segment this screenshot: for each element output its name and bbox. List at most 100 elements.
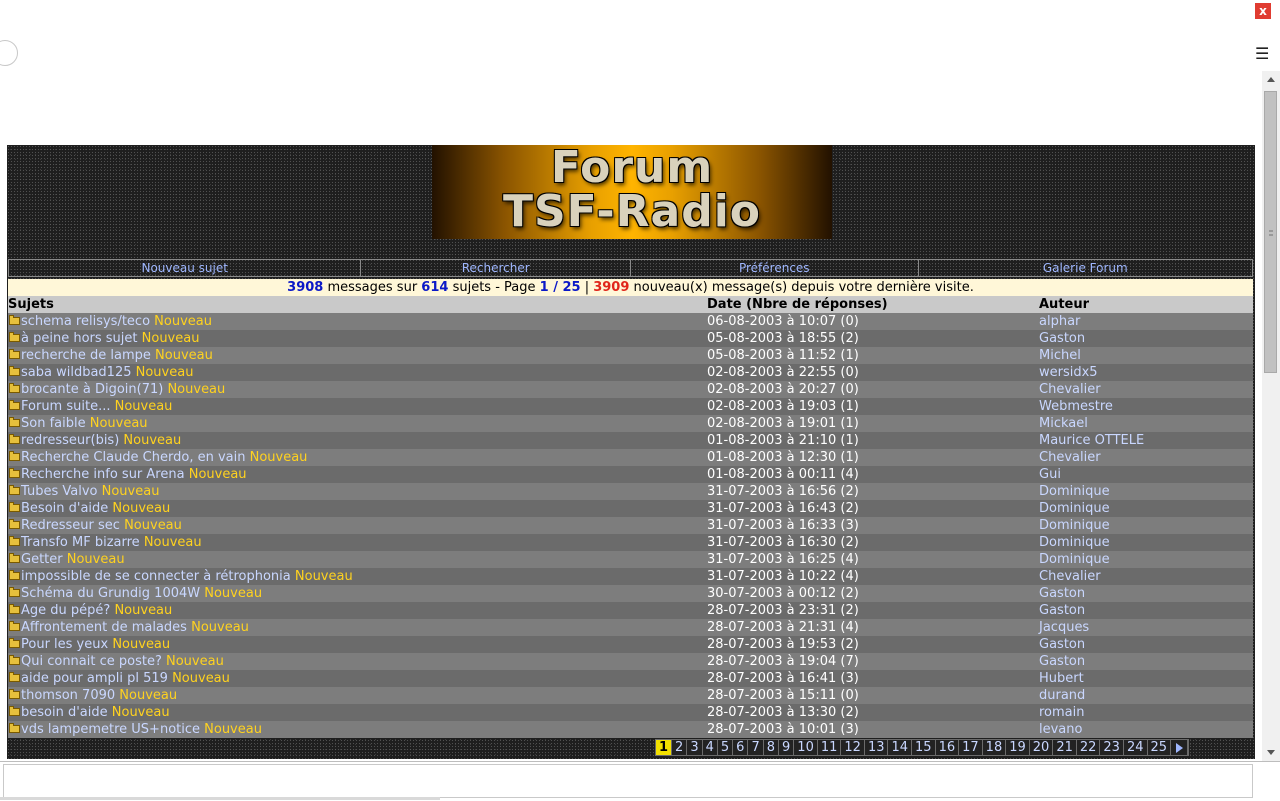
nav-preferences-link[interactable]: Préférences [631, 260, 919, 276]
page-link[interactable]: 7 [748, 740, 764, 755]
topic-date: 01-08-2003 à 21:10 (1) [707, 433, 859, 448]
topic-author-link[interactable]: Chevalier [1039, 381, 1101, 398]
page-link[interactable]: 25 [1147, 740, 1172, 755]
page-link[interactable]: 18 [982, 740, 1007, 755]
topic-author-link[interactable]: Gaston [1039, 585, 1085, 602]
topic-link[interactable]: besoin d'aide Nouveau [21, 704, 170, 721]
page-link[interactable]: 8 [763, 740, 780, 755]
nav-search-link[interactable]: Rechercher [361, 260, 631, 276]
topic-author-link[interactable]: Gaston [1039, 653, 1085, 670]
topic-author-link[interactable]: Chevalier [1039, 449, 1101, 466]
scroll-marker [1269, 234, 1273, 236]
page-link[interactable]: 6 [733, 740, 749, 755]
topic-author-link[interactable]: Webmestre [1039, 398, 1113, 415]
nav-new-topic-link[interactable]: Nouveau sujet [9, 260, 362, 276]
topic-link[interactable]: Schéma du Grundig 1004W Nouveau [21, 585, 262, 602]
scrollbar-thumb[interactable] [1264, 91, 1277, 373]
topic-author-link[interactable]: wersidx5 [1039, 364, 1098, 381]
scroll-down-arrow-icon[interactable] [1262, 744, 1280, 761]
page-link[interactable]: 16 [935, 740, 960, 755]
page-link[interactable]: 23 [1100, 740, 1124, 755]
page-link[interactable]: 9 [779, 740, 795, 755]
topic-link[interactable]: redresseur(bis) Nouveau [21, 432, 181, 449]
table-row: recherche de lampe Nouveau 05-08-2003 à 1… [8, 347, 1253, 364]
forum-logo[interactable]: Forum TSF-Radio [432, 145, 832, 239]
topic-link[interactable]: Besoin d'aide Nouveau [21, 500, 170, 517]
topic-author-link[interactable]: Gaston [1039, 636, 1085, 653]
topic-link[interactable]: saba wildbad125 Nouveau [21, 364, 193, 381]
topic-author-link[interactable]: Gaston [1039, 330, 1085, 347]
close-icon[interactable]: x [1255, 3, 1271, 19]
topic-author-link[interactable]: Gui [1039, 466, 1061, 483]
next-page-arrow-icon[interactable] [1171, 740, 1189, 755]
topic-author-link[interactable]: Gaston [1039, 602, 1085, 619]
page-link[interactable]: 12 [841, 740, 865, 755]
topic-link[interactable]: Recherche Claude Cherdo, en vain Nouveau [21, 449, 307, 466]
topic-link[interactable]: Tubes Valvo Nouveau [21, 483, 159, 500]
topic-author-link[interactable]: Chevalier [1039, 568, 1101, 585]
topic-author-link[interactable]: durand [1039, 687, 1085, 704]
page-current[interactable]: 1 [656, 740, 673, 755]
page-link[interactable]: 19 [1006, 740, 1030, 755]
topic-link[interactable]: Son faible Nouveau [21, 415, 148, 432]
topic-link[interactable]: recherche de lampe Nouveau [21, 347, 213, 364]
topic-author-link[interactable]: Dominique [1039, 534, 1110, 551]
topic-link[interactable]: Qui connait ce poste? Nouveau [21, 653, 224, 670]
folder-icon [9, 723, 20, 733]
forum-nav-bar: Nouveau sujet Rechercher Préférences Gal… [8, 259, 1253, 277]
topic-author-link[interactable]: Dominique [1039, 500, 1110, 517]
topic-link[interactable]: Transfo MF bizarre Nouveau [21, 534, 202, 551]
page-link[interactable]: 24 [1123, 740, 1148, 755]
page-link[interactable]: 5 [717, 740, 734, 755]
topic-author-link[interactable]: Dominique [1039, 551, 1110, 568]
topic-author-link[interactable]: romain [1039, 704, 1085, 721]
topic-author-link[interactable]: levano [1039, 721, 1082, 738]
topic-link[interactable]: Age du pépé? Nouveau [21, 602, 172, 619]
vertical-scrollbar[interactable] [1262, 71, 1280, 761]
page-link[interactable]: 17 [959, 740, 983, 755]
topic-author-link[interactable]: Maurice OTTELE [1039, 432, 1144, 449]
topic-author-link[interactable]: Michel [1039, 347, 1081, 364]
topic-link[interactable]: vds lampemetre US+notice Nouveau [21, 721, 262, 738]
topic-link[interactable]: Forum suite... Nouveau [21, 398, 172, 415]
topic-link[interactable]: brocante à Digoin(71) Nouveau [21, 381, 225, 398]
menu-icon[interactable]: ☰ [1255, 44, 1269, 63]
table-row: saba wildbad125 Nouveau 02-08-2003 à 22:5… [8, 364, 1253, 381]
topic-link[interactable]: à peine hors sujet Nouveau [21, 330, 199, 347]
topic-link[interactable]: Recherche info sur Arena Nouveau [21, 466, 247, 483]
page-link[interactable]: 4 [702, 740, 718, 755]
topic-link[interactable]: Redresseur sec Nouveau [21, 517, 182, 534]
new-badge: Nouveau [155, 348, 213, 363]
header-date: Date (Nbre de réponses) [707, 297, 888, 312]
folder-icon [9, 604, 20, 614]
topic-link[interactable]: Getter Nouveau [21, 551, 125, 568]
page-link[interactable]: 21 [1053, 740, 1077, 755]
nav-gallery-link[interactable]: Galerie Forum [919, 260, 1252, 276]
topic-link[interactable]: impossible de se connecter à rétrophonia… [21, 568, 353, 585]
page-link[interactable]: 20 [1029, 740, 1054, 755]
page-link[interactable]: 15 [912, 740, 936, 755]
page-link[interactable]: 3 [687, 740, 703, 755]
folder-icon [9, 570, 20, 580]
page-link[interactable]: 14 [888, 740, 913, 755]
topic-author-link[interactable]: Mickael [1039, 415, 1088, 432]
topic-link[interactable]: Affrontement de malades Nouveau [21, 619, 249, 636]
topic-date: 28-07-2003 à 19:04 (7) [707, 654, 859, 669]
topic-author-link[interactable]: Dominique [1039, 517, 1110, 534]
topic-author-link[interactable]: Dominique [1039, 483, 1110, 500]
topic-author-link[interactable]: alphar [1039, 313, 1080, 330]
page-link[interactable]: 10 [794, 740, 818, 755]
scroll-up-arrow-icon[interactable] [1262, 71, 1280, 88]
topic-link[interactable]: Pour les yeux Nouveau [21, 636, 170, 653]
new-badge: Nouveau [166, 654, 224, 669]
topic-link[interactable]: aide pour ampli pl 519 Nouveau [21, 670, 230, 687]
topic-link[interactable]: thomson 7090 Nouveau [21, 687, 177, 704]
page-link[interactable]: 11 [817, 740, 842, 755]
topic-link[interactable]: schema relisys/teco Nouveau [21, 313, 212, 330]
bottom-input-field[interactable] [3, 764, 1253, 798]
topic-author-link[interactable]: Jacques [1039, 619, 1089, 636]
page-link[interactable]: 2 [672, 740, 688, 755]
topic-author-link[interactable]: Hubert [1039, 670, 1084, 687]
page-link[interactable]: 22 [1076, 740, 1101, 755]
page-link[interactable]: 13 [864, 740, 889, 755]
